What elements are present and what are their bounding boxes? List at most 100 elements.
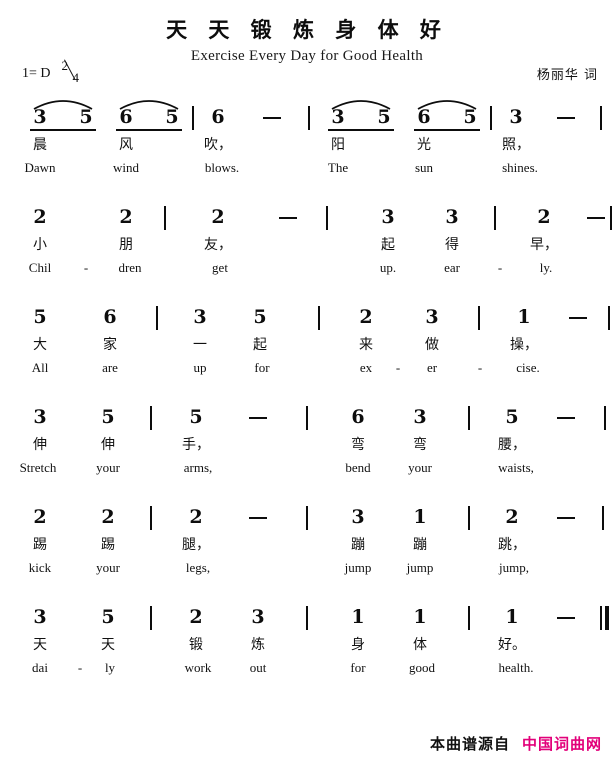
jianpu-note: 3 (33, 606, 47, 628)
lyric-hyphen: - (497, 260, 503, 275)
lyric-syllable-en: shines. (502, 160, 538, 175)
lyric-syllable-en: Stretch (19, 460, 57, 475)
sustain-dash (263, 117, 281, 120)
jianpu-note: 5 (33, 306, 47, 328)
lyric-syllable-cn: 阳 (331, 137, 345, 153)
lyric-syllable-cn: 锻 (189, 637, 203, 653)
note-row: 3 5 2 3 1 1 1 (0, 600, 614, 634)
barline (490, 106, 492, 130)
lyric-syllable-cn: 风 (119, 137, 133, 153)
lyric-syllable-en: jump, (499, 560, 529, 575)
sustain-dash (587, 217, 605, 220)
jianpu-note: 3 (445, 206, 459, 228)
lyrics-chinese-row: 大 家 一 起 来 做 操， (0, 334, 614, 360)
lyric-syllable-cn: 操， (510, 337, 538, 353)
lyric-syllable-en: your (96, 460, 120, 475)
note-row: 3 5 6 5 6 3 5 6 5 3 (0, 100, 614, 134)
lyric-syllable-en: wind (113, 160, 139, 175)
lyric-syllable-en: bend (345, 460, 371, 475)
lyric-syllable-en: waists, (498, 460, 534, 475)
jianpu-note: 2 (189, 606, 203, 628)
lyric-syllable-en: er (426, 360, 438, 375)
lyric-syllable-en: for (254, 360, 270, 375)
lyric-syllable-en: good (409, 660, 435, 675)
lyrics-chinese-row: 伸 伸 手， 弯 弯 腰， (0, 434, 614, 460)
lyrics-english-row: kick your legs, jump jump jump, (0, 560, 614, 586)
barline (306, 606, 308, 630)
staff-system: 2 2 2 3 1 2 踢 踢 腿， 蹦 蹦 跳， kick your legs, jump jump jump, (0, 500, 614, 600)
lyric-syllable-cn: 得 (445, 237, 459, 253)
eighth-note-beam (328, 129, 394, 131)
jianpu-note: 5 (189, 406, 203, 428)
barline (150, 606, 152, 630)
jianpu-note: 5 (101, 406, 115, 428)
score-systems: 3 5 6 5 6 3 5 6 5 3 晨 风 吹， 阳 光 照， Dawn wind blows. The sun sh… (0, 100, 614, 700)
jianpu-note: 2 (211, 206, 225, 228)
lyric-syllable-cn: 光 (417, 137, 431, 153)
lyric-syllable-cn: 体 (413, 637, 427, 653)
page-title: 天 天 锻 炼 身 体 好 (166, 17, 448, 42)
slur-arc (330, 96, 392, 110)
lyric-syllable-cn: 晨 (33, 137, 47, 153)
staff-system: 5 6 3 5 2 3 1 大 家 一 起 来 做 操， All are up for ex er cise. - - (0, 300, 614, 400)
watermark-source-label: 本曲谱源自 (429, 735, 510, 753)
note-row: 2 2 2 3 1 2 (0, 500, 614, 534)
lyrics-english-row: All are up for ex er cise. - - (0, 360, 614, 386)
lyric-hyphen: - (83, 260, 89, 275)
sustain-dash (249, 517, 267, 520)
lyric-syllable-cn: 家 (103, 337, 117, 353)
lyric-syllable-en: up. (379, 260, 397, 275)
jianpu-note: 3 (509, 106, 523, 128)
jianpu-note: 6 (119, 106, 133, 128)
note-row: 5 6 3 5 2 3 1 (0, 300, 614, 334)
lyric-hyphen: - (77, 660, 83, 675)
jianpu-note: 2 (33, 506, 47, 528)
jianpu-note: 6 (417, 106, 431, 128)
lyric-syllable-cn: 大 (33, 337, 47, 353)
lyric-syllable-cn: 身 (351, 637, 365, 653)
lyric-hyphen: - (477, 360, 483, 375)
barline (468, 606, 470, 630)
lyric-syllable-en: out (249, 660, 267, 675)
lyric-syllable-cn: 蹦 (351, 537, 365, 553)
lyric-syllable-en: work (184, 660, 212, 675)
eighth-note-beam (414, 129, 480, 131)
lyric-syllable-cn: 照， (502, 137, 530, 153)
jianpu-note: 2 (101, 506, 115, 528)
lyrics-chinese-row: 天 天 锻 炼 身 体 好。 (0, 634, 614, 660)
lyric-syllable-en: sun (414, 160, 434, 175)
lyric-syllable-cn: 弯 (351, 437, 365, 453)
staff-system: 2 2 2 3 3 2 小 朋 友， 起 得 早， Chil dren get up. ear ly. - - (0, 200, 614, 300)
barline (604, 406, 606, 430)
lyric-syllable-cn: 天 (33, 637, 47, 653)
staff-system: 3 5 6 5 6 3 5 6 5 3 晨 风 吹， 阳 光 照， Dawn wind blows. The sun sh… (0, 100, 614, 200)
lyric-syllable-en: legs, (185, 560, 211, 575)
jianpu-note: 6 (211, 106, 225, 128)
jianpu-note: 2 (505, 506, 519, 528)
slur-arc (32, 96, 94, 110)
jianpu-note: 3 (193, 306, 207, 328)
lyric-syllable-cn: 友， (204, 237, 232, 253)
lyric-syllable-cn: 跳， (498, 537, 526, 553)
eighth-note-beam (30, 129, 96, 131)
lyric-syllable-en: The (327, 160, 349, 175)
jianpu-note: 1 (505, 606, 519, 628)
lyric-syllable-en: All (31, 360, 49, 375)
lyric-syllable-en: ly (104, 660, 116, 675)
watermark-site-label: 中国词曲网 (521, 735, 602, 753)
lyric-syllable-cn: 腰， (498, 437, 526, 453)
barline (608, 306, 610, 330)
lyrics-chinese-row: 晨 风 吹， 阳 光 照， (0, 134, 614, 160)
lyric-syllable-en: are (102, 360, 118, 375)
note-row: 3 5 5 6 3 5 (0, 400, 614, 434)
lyrics-chinese-row: 踢 踢 腿， 蹦 蹦 跳， (0, 534, 614, 560)
key-and-time-signature: 1= D 2 4 (22, 58, 85, 86)
lyric-syllable-en: ear (444, 260, 460, 275)
lyric-syllable-en: arms, (183, 460, 213, 475)
sustain-dash (557, 117, 575, 120)
barline (494, 206, 496, 230)
lyrics-english-row: Stretch your arms, bend your waists, (0, 460, 614, 486)
barline (478, 306, 480, 330)
lyric-syllable-en: ex (359, 360, 373, 375)
lyric-syllable-en: kick (28, 560, 52, 575)
